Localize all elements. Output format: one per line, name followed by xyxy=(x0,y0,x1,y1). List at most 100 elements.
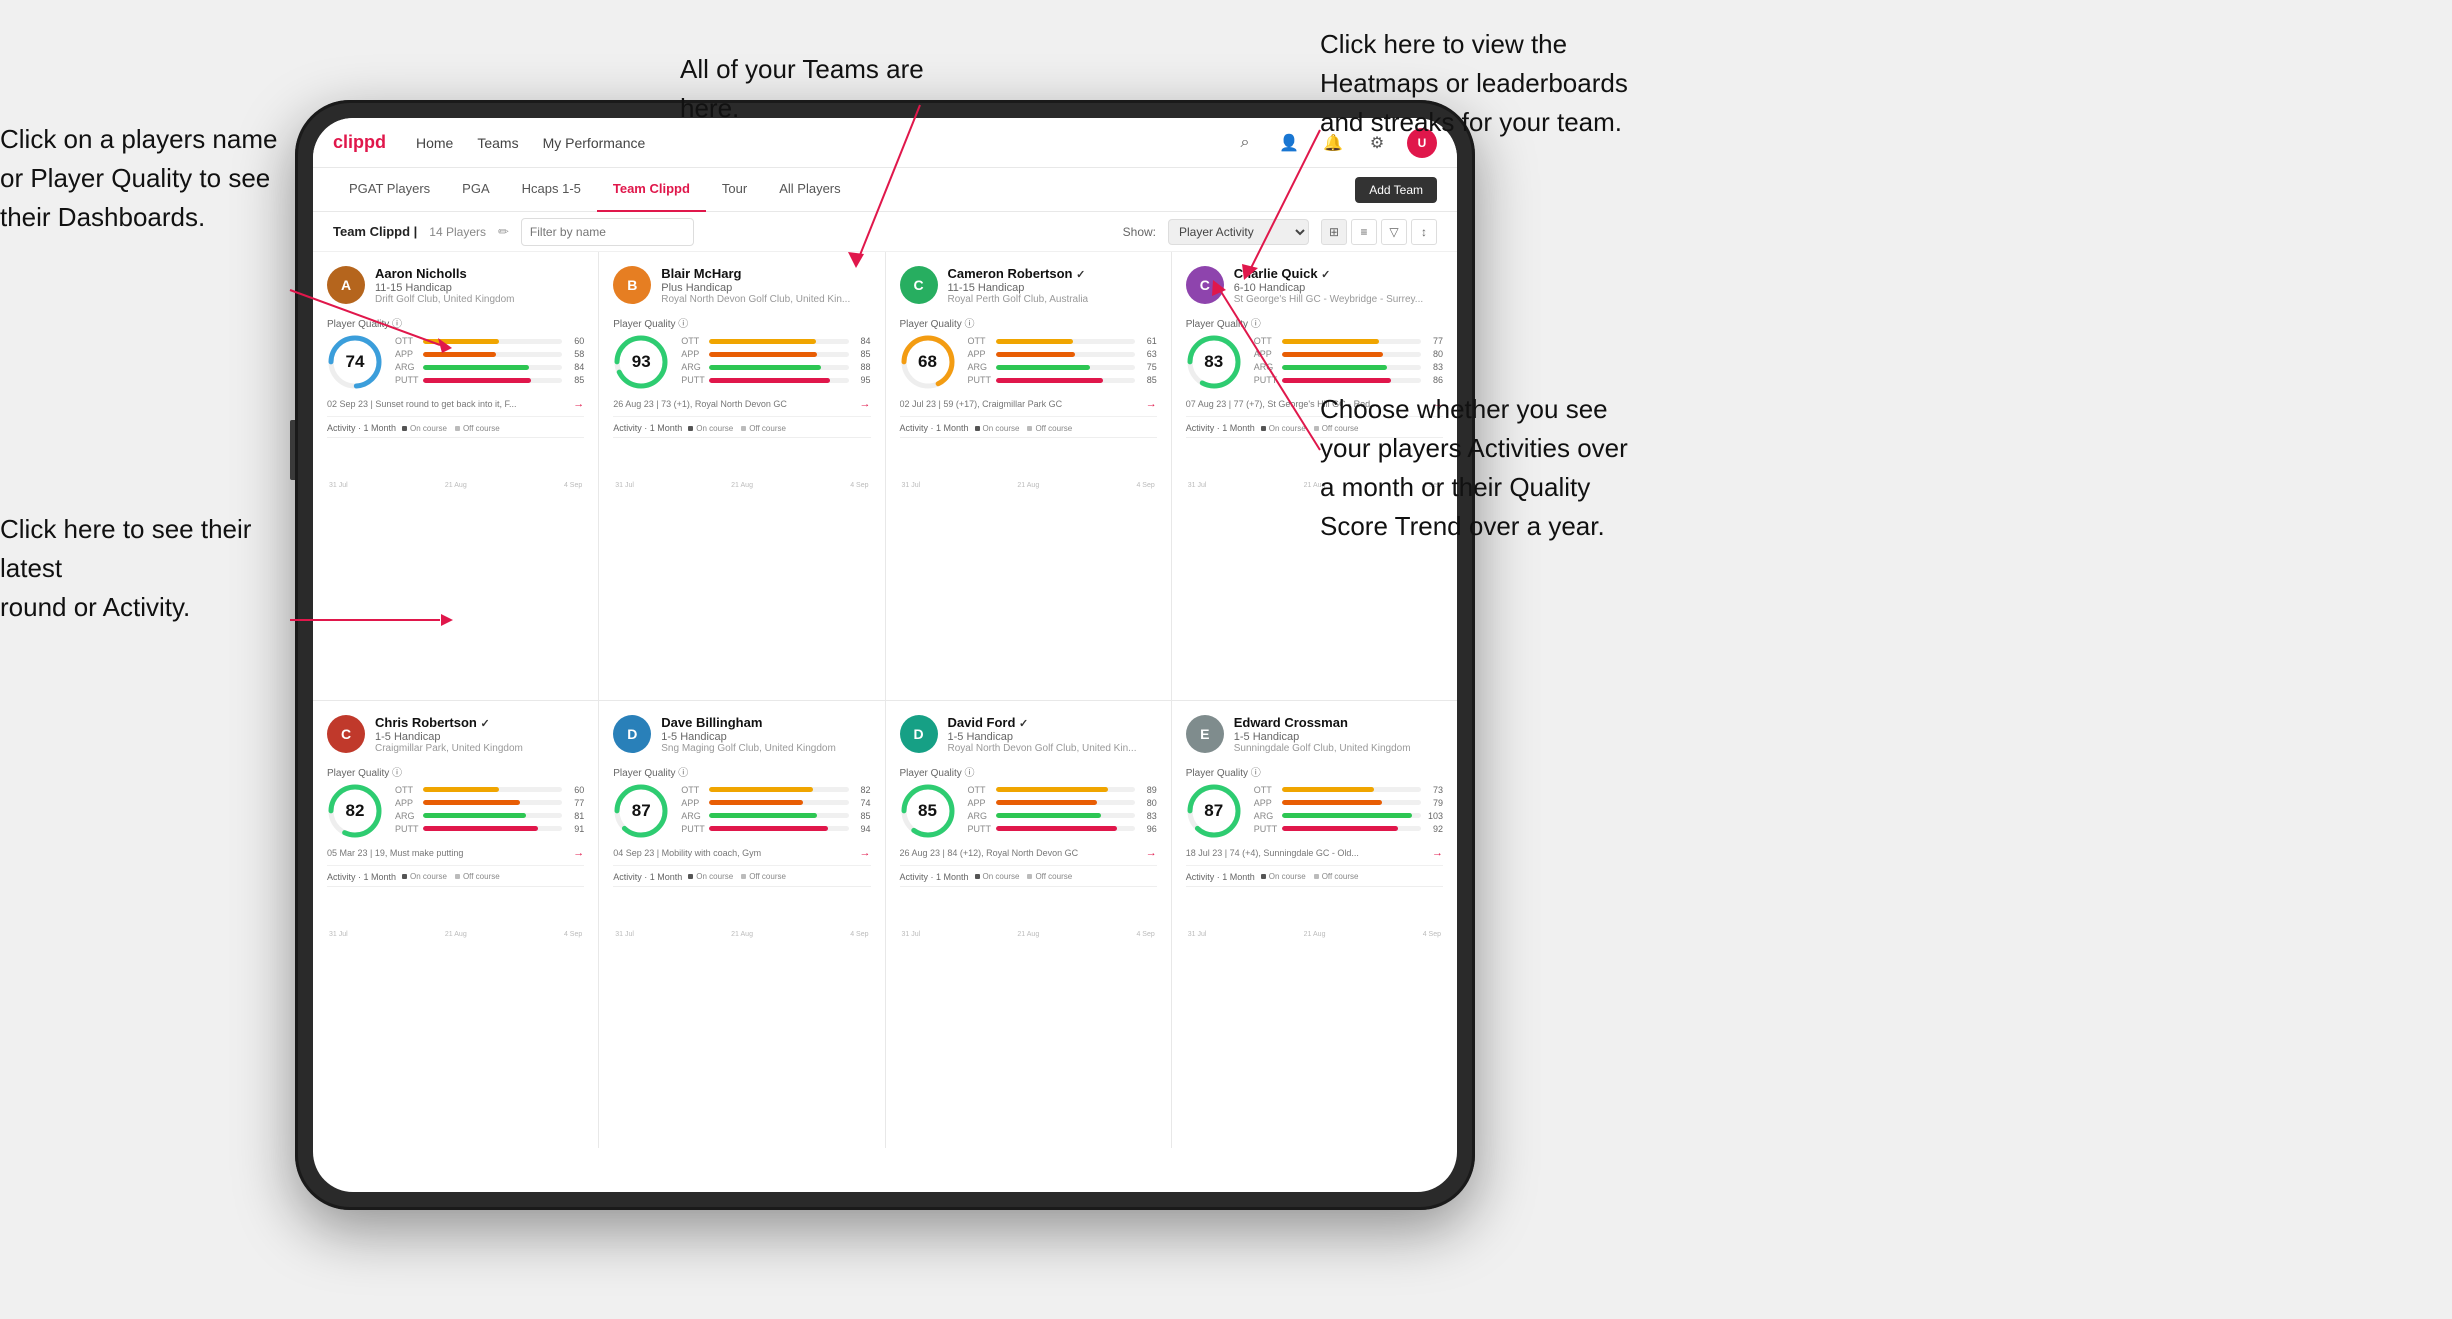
stat-bar-bg-arg xyxy=(996,813,1135,818)
round-arrow[interactable]: → xyxy=(1432,847,1443,859)
quality-section[interactable]: 85 OTT 89 APP 80 ARG 83 PUTT 96 xyxy=(900,783,1157,839)
tab-all-players[interactable]: All Players xyxy=(763,168,856,212)
chart-bar-empty xyxy=(329,928,359,929)
annotation-activities: Choose whether you seeyour players Activ… xyxy=(1320,390,1628,546)
nav-teams[interactable]: Teams xyxy=(477,133,518,153)
chart-label-start: 31 Jul xyxy=(329,931,348,938)
stat-value-app: 85 xyxy=(853,349,871,359)
activity-header: Activity · 1 Month On course Off course xyxy=(327,872,584,882)
chart-bar-empty xyxy=(393,928,423,929)
player-club: Royal North Devon Golf Club, United Kin.… xyxy=(661,294,870,305)
list-view-button[interactable]: ≡ xyxy=(1351,219,1377,245)
player-name[interactable]: Charlie Quick ✓ xyxy=(1234,266,1443,281)
tab-tour[interactable]: Tour xyxy=(706,168,763,212)
filter-button[interactable]: ▽ xyxy=(1381,219,1407,245)
show-select[interactable]: Player Activity Quality Score Trend xyxy=(1168,219,1309,245)
activity-title: Activity · 1 Month xyxy=(1186,423,1255,433)
grid-view-button[interactable]: ⊞ xyxy=(1321,219,1347,245)
app-brand: clippd xyxy=(333,132,386,153)
circle-score[interactable]: 74 xyxy=(327,334,383,390)
activity-title: Activity · 1 Month xyxy=(900,423,969,433)
round-arrow[interactable]: → xyxy=(573,398,584,410)
chart-bar-empty xyxy=(711,928,741,929)
activity-legend: On course Off course xyxy=(975,424,1073,433)
stat-bar-bg-app xyxy=(996,800,1135,805)
stat-row-ott: OTT 82 xyxy=(681,785,870,795)
quality-section[interactable]: 83 OTT 77 APP 80 ARG 83 PUTT 86 xyxy=(1186,334,1443,390)
chart-bar-empty xyxy=(902,479,932,480)
player-name[interactable]: Edward Crossman xyxy=(1234,715,1443,730)
stat-row-app: APP 74 xyxy=(681,798,870,808)
circle-score[interactable]: 82 xyxy=(327,783,383,839)
circle-score[interactable]: 83 xyxy=(1186,334,1242,390)
filter-input[interactable] xyxy=(521,218,694,246)
stat-bar-fill-app xyxy=(996,352,1076,357)
round-arrow[interactable]: → xyxy=(573,847,584,859)
quality-label: Player Quality ⓘ xyxy=(327,315,584,330)
activity-section: Activity · 1 Month On course Off course xyxy=(900,423,1157,492)
stat-bar-fill-putt xyxy=(1282,378,1391,383)
circle-score[interactable]: 68 xyxy=(900,334,956,390)
circle-score[interactable]: 87 xyxy=(1186,783,1242,839)
legend-oncourse: On course xyxy=(688,872,733,881)
latest-round: 02 Sep 23 | Sunset round to get back int… xyxy=(327,398,584,417)
add-team-button[interactable]: Add Team xyxy=(1355,177,1437,203)
chart-bar-empty xyxy=(902,928,932,929)
quality-section[interactable]: 93 OTT 84 APP 85 ARG 88 PUTT 95 xyxy=(613,334,870,390)
chart-bar-empty xyxy=(1029,479,1059,480)
activity-section: Activity · 1 Month On course Off course xyxy=(327,423,584,492)
player-avatar: D xyxy=(900,715,938,753)
circle-score[interactable]: 93 xyxy=(613,334,669,390)
quality-section[interactable]: 74 OTT 60 APP 58 ARG 84 PUTT 85 xyxy=(327,334,584,390)
search-icon[interactable]: ⌕ xyxy=(1231,129,1259,157)
chart-bars xyxy=(900,440,1157,480)
legend-oncourse-label: On course xyxy=(696,424,733,433)
round-arrow[interactable]: → xyxy=(860,847,871,859)
chart-label-start: 31 Jul xyxy=(902,931,921,938)
player-name[interactable]: Dave Billingham xyxy=(661,715,870,730)
tab-team-clippd[interactable]: Team Clippd xyxy=(597,168,706,212)
player-header: D David Ford ✓ 1-5 Handicap Royal North … xyxy=(900,715,1157,754)
player-name[interactable]: Cameron Robertson ✓ xyxy=(948,266,1157,281)
legend-oncourse-label: On course xyxy=(410,424,447,433)
round-arrow[interactable]: → xyxy=(860,398,871,410)
sort-button[interactable]: ↕ xyxy=(1411,219,1437,245)
edit-icon[interactable]: ✏ xyxy=(498,224,509,240)
stat-bar-bg-app xyxy=(423,800,562,805)
stat-row-putt: PUTT 91 xyxy=(395,824,584,834)
stat-row-ott: OTT 73 xyxy=(1254,785,1443,795)
tab-hcaps[interactable]: Hcaps 1-5 xyxy=(506,168,597,212)
player-name[interactable]: David Ford ✓ xyxy=(948,715,1157,730)
user-icon[interactable]: 👤 xyxy=(1275,129,1303,157)
circle-score[interactable]: 87 xyxy=(613,783,669,839)
player-name[interactable]: Blair McHarg xyxy=(661,266,870,281)
mini-chart: 31 Jul 21 Aug 4 Sep xyxy=(327,886,584,941)
nav-performance[interactable]: My Performance xyxy=(543,133,646,153)
stat-bar-fill-ott xyxy=(709,339,815,344)
stat-bar-fill-app xyxy=(1282,352,1383,357)
tab-pga[interactable]: PGA xyxy=(446,168,505,212)
stat-row-arg: ARG 75 xyxy=(968,362,1157,372)
quality-section[interactable]: 87 OTT 82 APP 74 ARG 85 PUTT 94 xyxy=(613,783,870,839)
chart-bar-empty xyxy=(1379,928,1409,929)
stat-bar-bg-putt xyxy=(996,378,1135,383)
chart-bar-empty xyxy=(1283,479,1313,480)
round-arrow[interactable]: → xyxy=(1146,398,1157,410)
round-arrow[interactable]: → xyxy=(1146,847,1157,859)
stat-bar-fill-putt xyxy=(996,826,1118,831)
tab-pgat[interactable]: PGAT Players xyxy=(333,168,446,212)
stat-label-arg: ARG xyxy=(395,811,419,821)
score-number: 85 xyxy=(918,801,937,821)
circle-score[interactable]: 85 xyxy=(900,783,956,839)
player-name[interactable]: Aaron Nicholls xyxy=(375,266,584,281)
player-handicap: 1-5 Handicap xyxy=(375,731,584,743)
stat-bar-fill-arg xyxy=(1282,365,1387,370)
quality-section[interactable]: 87 OTT 73 APP 79 ARG 103 PUTT 9 xyxy=(1186,783,1443,839)
player-avatar: D xyxy=(613,715,651,753)
player-name[interactable]: Chris Robertson ✓ xyxy=(375,715,584,730)
score-number: 82 xyxy=(346,801,365,821)
quality-section[interactable]: 82 OTT 60 APP 77 ARG 81 PUTT 91 xyxy=(327,783,584,839)
quality-section[interactable]: 68 OTT 61 APP 63 ARG 75 PUTT 85 xyxy=(900,334,1157,390)
chart-bar-empty xyxy=(1252,479,1282,480)
nav-home[interactable]: Home xyxy=(416,133,453,153)
